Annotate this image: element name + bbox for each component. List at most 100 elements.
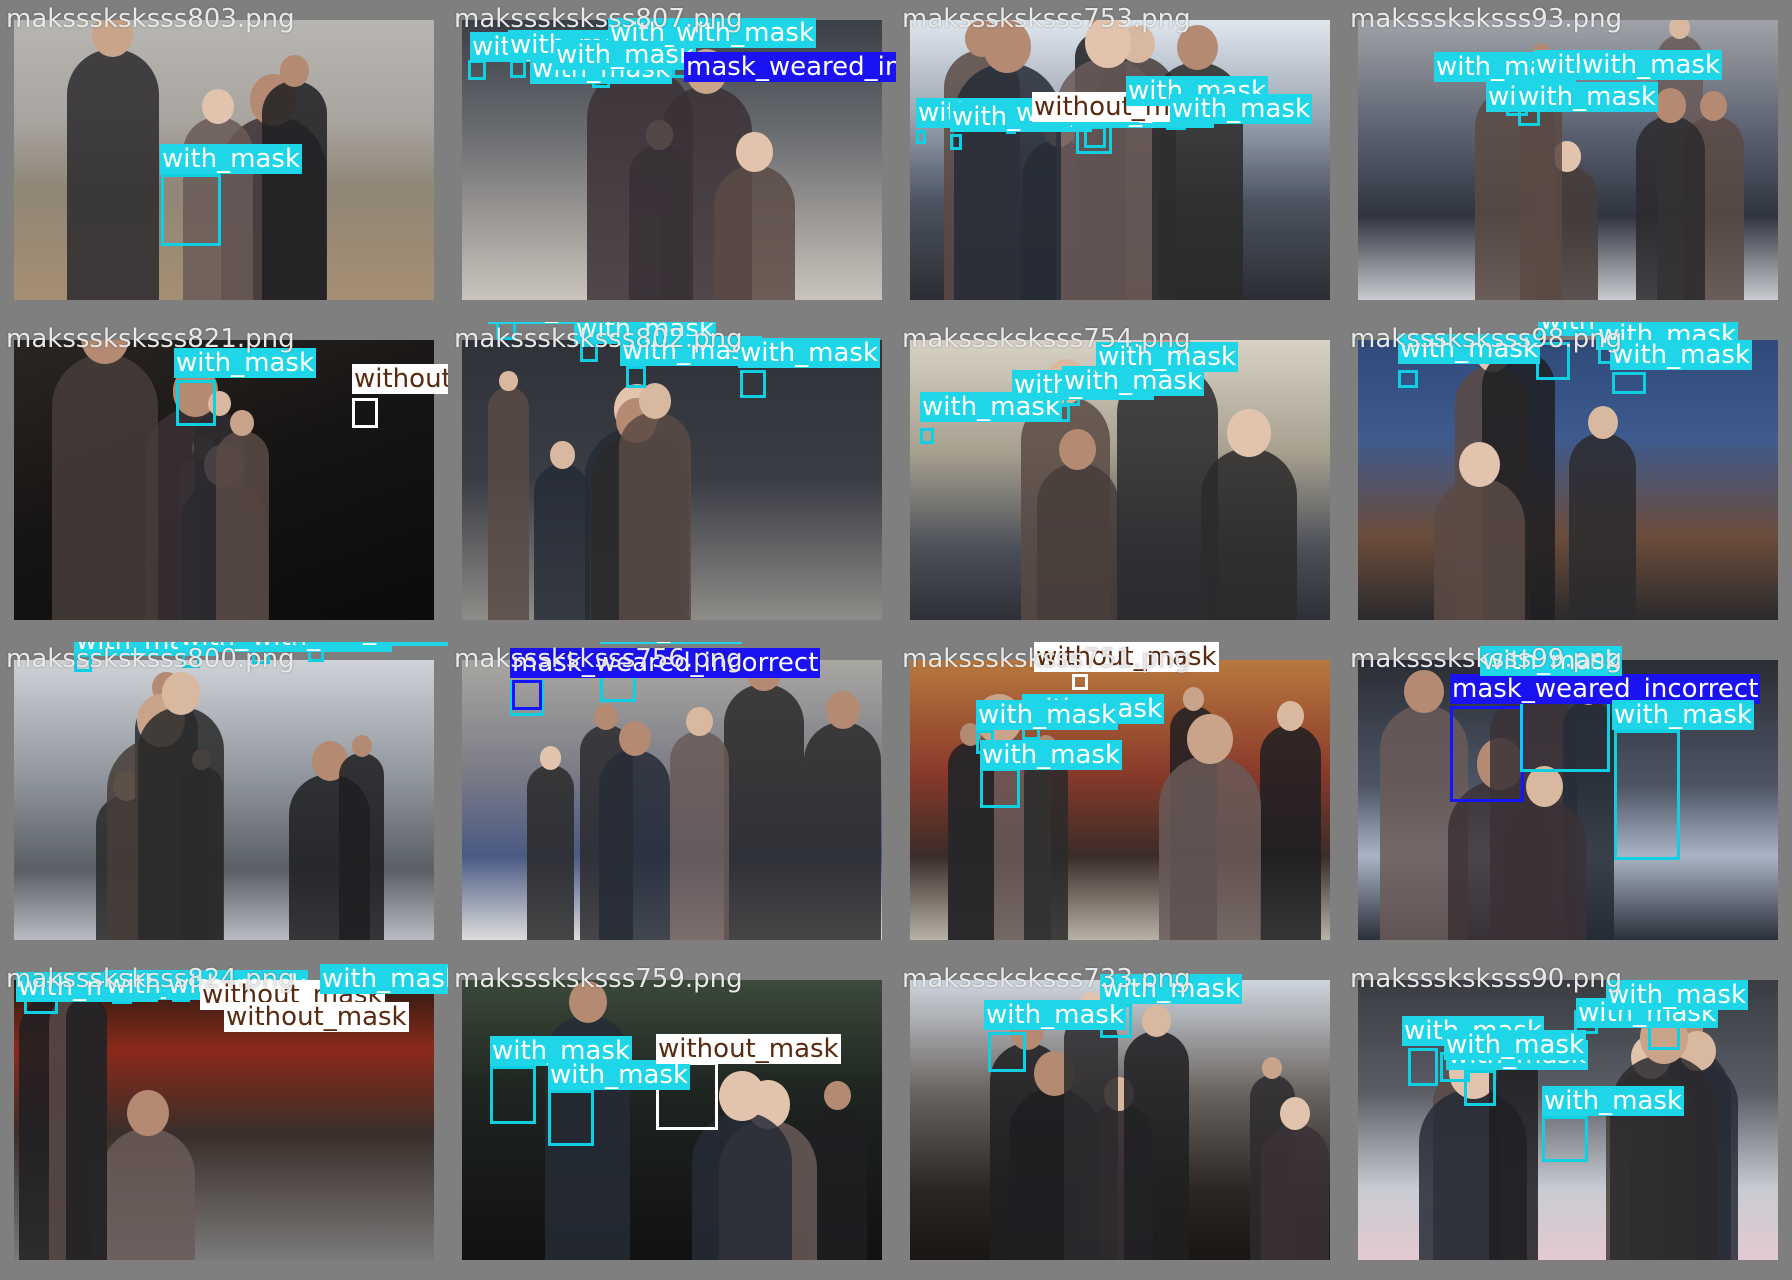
person-silhouette [487,387,529,620]
person-silhouette [339,752,384,940]
bounding-box [1542,1116,1588,1162]
bounding-box [1450,706,1524,802]
image-tile: maksssksksss99.png mask_weared_incorrect w… [1346,642,1792,958]
person-head [549,441,575,469]
bounding-box [468,60,486,80]
person-head [1654,88,1686,123]
image-tile: maksssksksss98.png with_mask with_mask with… [1346,322,1792,638]
image-filename: maksssksksss90.png [1350,964,1623,994]
class-label: without_mask [224,1002,409,1032]
image-tile: maksssksksss800.pngwith_maskwith_maskwit… [2,642,448,958]
bounding-box [988,1032,1026,1072]
person-silhouette [1158,754,1261,940]
person-silhouette [670,731,730,940]
class-label: with_mask [548,1060,691,1090]
image-filename: maksssksksss759.png [454,964,743,994]
image-filename: maksssksksss802.png [454,324,743,354]
image-tile: maksssksksss93.png with_mask with_mask with… [1346,2,1792,318]
bounding-box [626,366,646,388]
person-head [499,370,518,391]
bounding-box [352,398,378,428]
person-head [618,720,651,756]
image-tile: maksssksksss733.png with_mask with_mask [898,962,1344,1278]
bounding-box [1614,730,1680,860]
person-head [719,1071,765,1122]
image-tile: maksssksksss821.pngwith_maskwithout_mask [2,322,448,638]
person-silhouette [67,49,159,300]
class-label: with_mask [160,144,303,174]
scene-photo [1358,340,1778,620]
person-silhouette [599,749,671,940]
person-silhouette [138,707,224,940]
person-head [126,1089,170,1137]
person-silhouette [51,354,158,620]
person-silhouette [713,164,796,300]
image-tile: maksssksksss802.png with_mask with_mask wit… [450,322,896,638]
person-silhouette [804,721,882,940]
class-label: with_mask [1542,1086,1685,1116]
person-head [1587,405,1618,439]
person-head [161,672,201,715]
person-head [1227,409,1271,457]
image-tile: maksssksksss756.pngwith_maskmask_weared_… [450,642,896,958]
scene-photo [14,660,434,940]
image-tile: maksssksksss759.png with_mask with_mask wit… [450,962,896,1278]
class-label: with_mask [980,740,1123,770]
image-tile: maksssksksss824.pngwith_maskwith_maskwit… [2,962,448,1278]
person-silhouette [1260,725,1321,940]
person-silhouette [215,431,270,620]
person-silhouette [808,1104,868,1260]
scene-photo [910,20,1330,300]
person-head [1262,1056,1283,1079]
person-silhouette [1064,1013,1118,1260]
person-silhouette [587,65,693,300]
person-head [351,734,372,757]
person-head [1186,713,1233,765]
bounding-box [176,380,216,426]
image-filename: maksssksksss821.png [6,324,295,354]
bounding-box [980,768,1020,808]
image-filename: maksssksksss803.png [6,4,295,34]
bounding-box [916,130,926,144]
person-head [736,131,773,172]
person-silhouette [618,412,692,620]
person-head [1525,765,1564,807]
class-label: with_mask [306,642,448,646]
person-silhouette [100,1127,196,1260]
bounding-box [1398,370,1418,388]
bounding-box [740,370,766,398]
person-head [825,690,861,729]
class-label: with_mask [1170,94,1313,124]
person-head [1276,700,1305,731]
class-label: without_mask [656,1034,841,1064]
person-silhouette [1434,478,1525,620]
class-label: with_mask [1606,980,1749,1010]
class-label: without_mask [352,364,448,394]
person-silhouette [1036,462,1119,620]
bounding-box [161,174,221,246]
person-head [539,746,561,770]
scene-photo [462,340,882,620]
class-label: with_mask [1610,340,1753,370]
person-head [1142,1004,1172,1037]
class-label: with_mask [976,700,1119,730]
image-filename: maksssksksss753.png [902,4,1191,34]
bounding-box [1612,372,1646,394]
person-silhouette [1261,1124,1330,1260]
person-head [1059,429,1097,470]
person-silhouette [527,765,574,940]
bounding-box [1408,1048,1438,1086]
image-filename: maksssksksss754.png [902,324,1191,354]
image-tile: maksssksksss753.pngwith_maskwith_maskwit… [898,2,1344,318]
image-filename: maksssksksss733.png [902,964,1191,994]
image-filename: maksssksksss98.png [1350,324,1623,354]
class-label: with_mask [320,964,448,994]
class-label: with_mask [1612,700,1755,730]
bounding-box [950,134,962,150]
person-silhouette [66,996,107,1260]
person-head [1459,441,1500,487]
person-head [1183,687,1205,711]
person-silhouette [1124,1030,1189,1260]
person-silhouette [691,1112,793,1260]
person-silhouette [1023,752,1068,940]
